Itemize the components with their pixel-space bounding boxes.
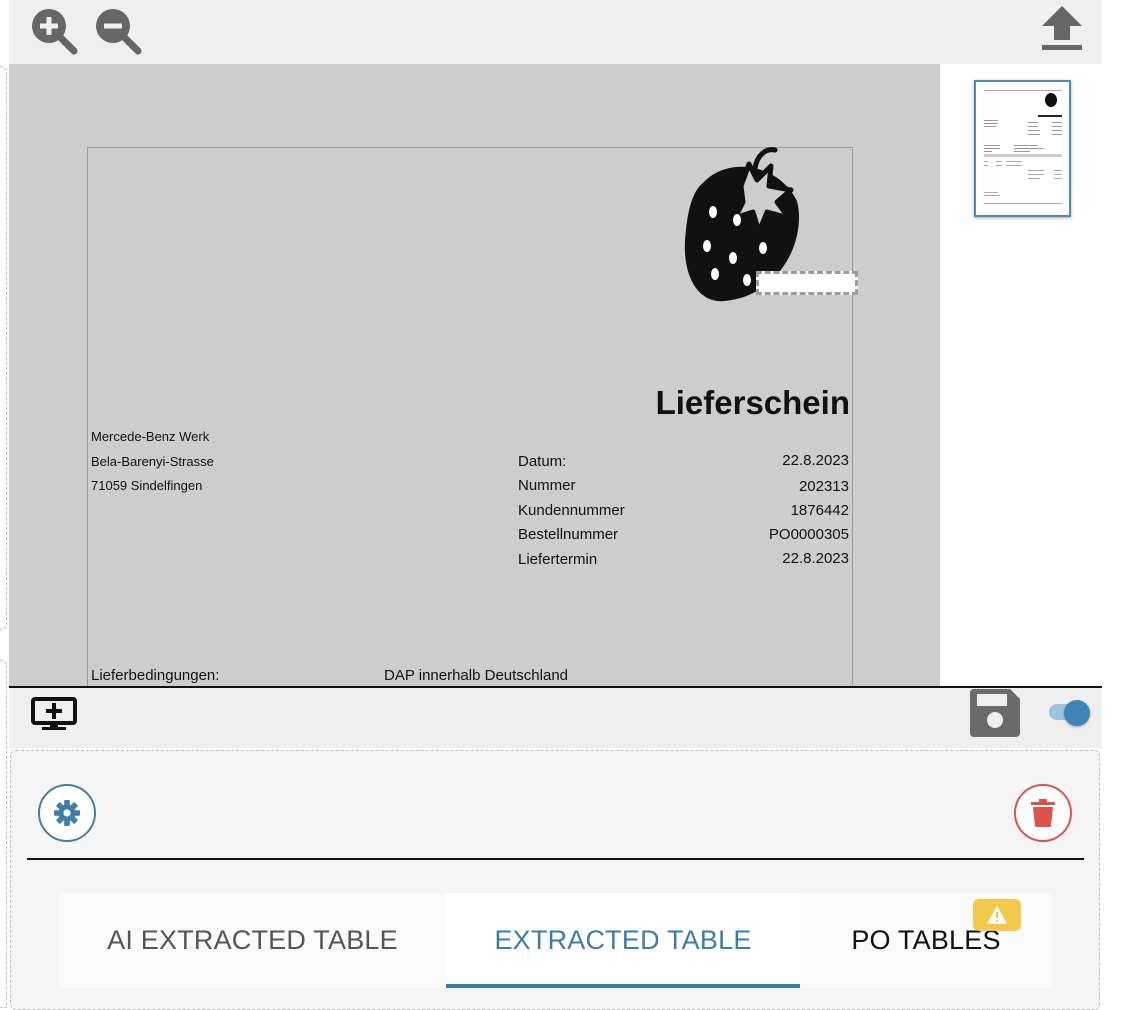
zoom-in-icon[interactable] (28, 5, 78, 55)
settings-button[interactable] (38, 784, 96, 842)
document-viewer[interactable]: Lieferschein Mercede-Benz Werk Bela-Bare… (9, 64, 940, 687)
delete-button[interactable] (1014, 784, 1072, 842)
trash-icon (1031, 799, 1055, 827)
zoom-out-icon[interactable] (92, 5, 142, 55)
tab-ai-extracted-table[interactable]: AI EXTRACTED TABLE (59, 893, 446, 988)
page-thumbnail[interactable] (974, 80, 1071, 217)
toggle-switch[interactable] (1064, 700, 1090, 726)
add-screen-icon[interactable] (30, 696, 78, 732)
extraction-toolbar (9, 688, 1102, 748)
delivery-terms-label: Lieferbedingungen: (91, 667, 220, 684)
save-icon[interactable] (970, 689, 1020, 737)
upload-icon[interactable] (1040, 6, 1084, 52)
address-line-3: 71059 Sindelfingen (91, 478, 203, 493)
field-value-datum: 22.8.2023 (782, 452, 849, 469)
field-value-kundennummer: 1876442 (790, 502, 849, 519)
field-label-kundennummer: Kundennummer (518, 502, 625, 519)
warning-icon (987, 906, 1007, 924)
tab-extracted-table-label: EXTRACTED TABLE (494, 925, 752, 955)
address-line-2: Bela-Barenyi-Strasse (91, 454, 214, 469)
tab-extracted-table[interactable]: EXTRACTED TABLE (446, 893, 800, 988)
viewer-toolbar (9, 0, 1102, 64)
viewer-divider (9, 686, 1102, 688)
panel-divider (27, 858, 1084, 860)
warning-badge (973, 899, 1021, 931)
gear-icon (54, 800, 80, 826)
thumbnail-preview (976, 82, 1069, 215)
delivery-terms-value: DAP innerhalb Deutschland (384, 667, 569, 684)
field-label-nummer: Nummer (518, 477, 576, 494)
selection-box[interactable] (756, 271, 858, 295)
field-label-liefertermin: Liefertermin (518, 551, 598, 568)
left-frame-bottom (0, 660, 7, 1008)
address-line-1: Mercede-Benz Werk (91, 429, 210, 444)
field-label-datum: Datum: (518, 453, 567, 470)
left-frame-top (0, 66, 7, 630)
active-tab-indicator (446, 984, 800, 988)
field-value-liefertermin: 22.8.2023 (782, 550, 849, 567)
tab-ai-extracted-table-label: AI EXTRACTED TABLE (107, 925, 398, 955)
document-title: Lieferschein (655, 384, 850, 421)
field-value-nummer: 202313 (798, 478, 849, 495)
field-label-bestellnummer: Bestellnummer (518, 526, 619, 543)
field-value-bestellnummer: PO0000305 (768, 526, 849, 543)
